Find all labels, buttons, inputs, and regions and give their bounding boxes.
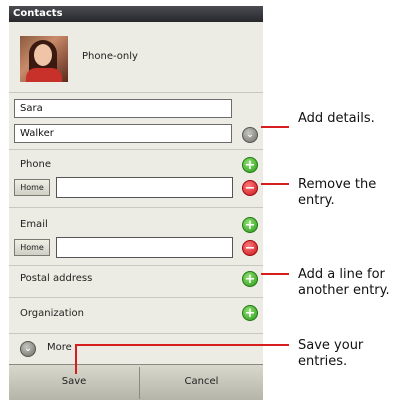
add-postal-icon[interactable]: +	[242, 271, 258, 287]
email-type-button[interactable]: Home	[14, 239, 50, 256]
callout-line	[261, 126, 289, 128]
first-name-field[interactable]: Sara	[14, 99, 232, 118]
add-phone-icon[interactable]: +	[242, 157, 258, 173]
callout-line	[261, 183, 289, 185]
save-button[interactable]: Save	[9, 365, 139, 400]
add-organization-icon[interactable]: +	[242, 305, 258, 321]
organization-section-label: Organization	[20, 308, 84, 319]
phone-number-field[interactable]	[56, 177, 233, 198]
callout-remove-entry: Remove the entry.	[298, 177, 377, 208]
callout-line	[75, 344, 77, 374]
divider	[9, 92, 263, 93]
callout-line	[76, 344, 289, 346]
callout-add-line: Add a line for another entry.	[298, 267, 390, 298]
divider	[9, 333, 263, 334]
contact-edit-screen: Contacts Phone-only Sara Walker ⌄ Phone …	[9, 6, 263, 400]
more-expand-icon[interactable]: ⌄	[20, 341, 36, 357]
app-title: Contacts	[9, 6, 263, 22]
last-name-field[interactable]: Walker	[14, 124, 232, 143]
remove-phone-icon[interactable]: −	[242, 180, 258, 196]
expand-name-icon[interactable]: ⌄	[242, 127, 258, 143]
callout-add-details: Add details.	[298, 111, 375, 126]
callout-save-entries: Save your entries.	[298, 338, 364, 369]
email-section-label: Email	[20, 219, 48, 230]
cancel-button[interactable]: Cancel	[140, 365, 263, 400]
contact-photo[interactable]	[20, 36, 68, 82]
postal-section-label: Postal address	[20, 273, 93, 284]
account-label: Phone-only	[82, 51, 138, 62]
phone-section-label: Phone	[20, 159, 51, 170]
divider	[9, 149, 263, 150]
remove-email-icon[interactable]: −	[242, 240, 258, 256]
email-address-field[interactable]	[56, 237, 233, 258]
divider	[9, 297, 263, 298]
bottom-action-bar: Save Cancel	[9, 364, 263, 400]
divider	[9, 265, 263, 266]
add-email-icon[interactable]: +	[242, 217, 258, 233]
callout-line	[261, 273, 289, 275]
phone-type-button[interactable]: Home	[14, 179, 50, 196]
divider	[9, 207, 263, 208]
more-label[interactable]: More	[47, 342, 72, 353]
